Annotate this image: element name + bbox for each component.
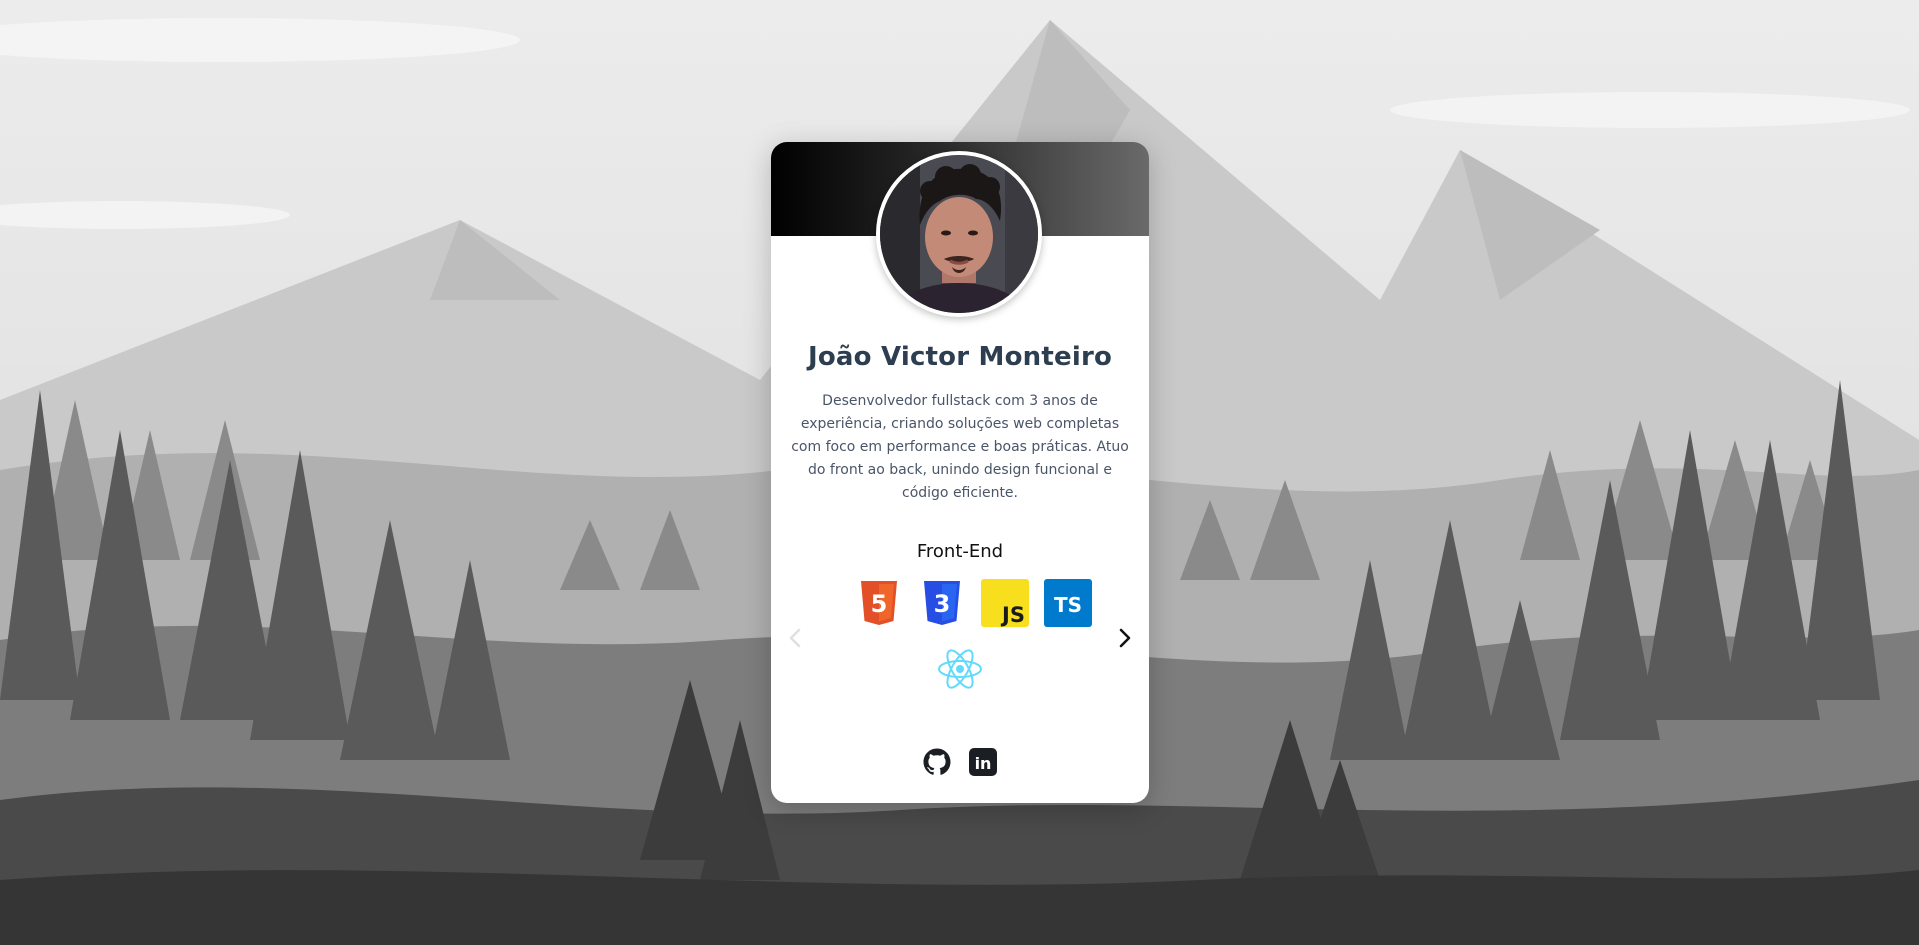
chevron-right-icon bbox=[1119, 628, 1131, 648]
typescript-icon: TS bbox=[1044, 579, 1092, 627]
carousel-next-button[interactable] bbox=[1112, 625, 1138, 651]
svg-text:in: in bbox=[975, 754, 992, 773]
svg-text:JS: JS bbox=[1000, 603, 1025, 627]
profile-bio: Desenvolvedor fullstack com 3 anos de ex… bbox=[791, 393, 1129, 501]
skill-css3: 3 bbox=[918, 579, 966, 627]
skills-section-title: Front-End bbox=[916, 541, 1004, 562]
svg-text:5: 5 bbox=[871, 590, 888, 618]
svg-text:3: 3 bbox=[934, 590, 951, 618]
react-icon bbox=[938, 649, 982, 689]
linkedin-link[interactable]: in bbox=[967, 746, 999, 778]
github-icon bbox=[923, 748, 951, 775]
svg-text:TS: TS bbox=[1054, 593, 1082, 617]
social-links: in bbox=[771, 746, 1149, 778]
skill-typescript: TS bbox=[1044, 579, 1092, 627]
skill-javascript: JS bbox=[981, 579, 1029, 627]
carousel-prev-button[interactable] bbox=[782, 625, 808, 651]
avatar-portrait bbox=[880, 155, 1038, 313]
skill-react bbox=[936, 645, 984, 693]
profile-name: João Victor Monteiro bbox=[807, 342, 1113, 372]
profile-card: João Victor Monteiro Desenvolvedor fulls… bbox=[771, 142, 1149, 803]
html5-icon: 5 bbox=[861, 581, 897, 625]
linkedin-icon: in bbox=[969, 748, 997, 776]
avatar bbox=[876, 151, 1042, 317]
javascript-icon: JS bbox=[981, 579, 1029, 627]
css3-icon: 3 bbox=[924, 581, 960, 625]
chevron-left-icon bbox=[789, 628, 801, 648]
github-link[interactable] bbox=[921, 746, 953, 778]
skill-html5: 5 bbox=[855, 579, 903, 627]
